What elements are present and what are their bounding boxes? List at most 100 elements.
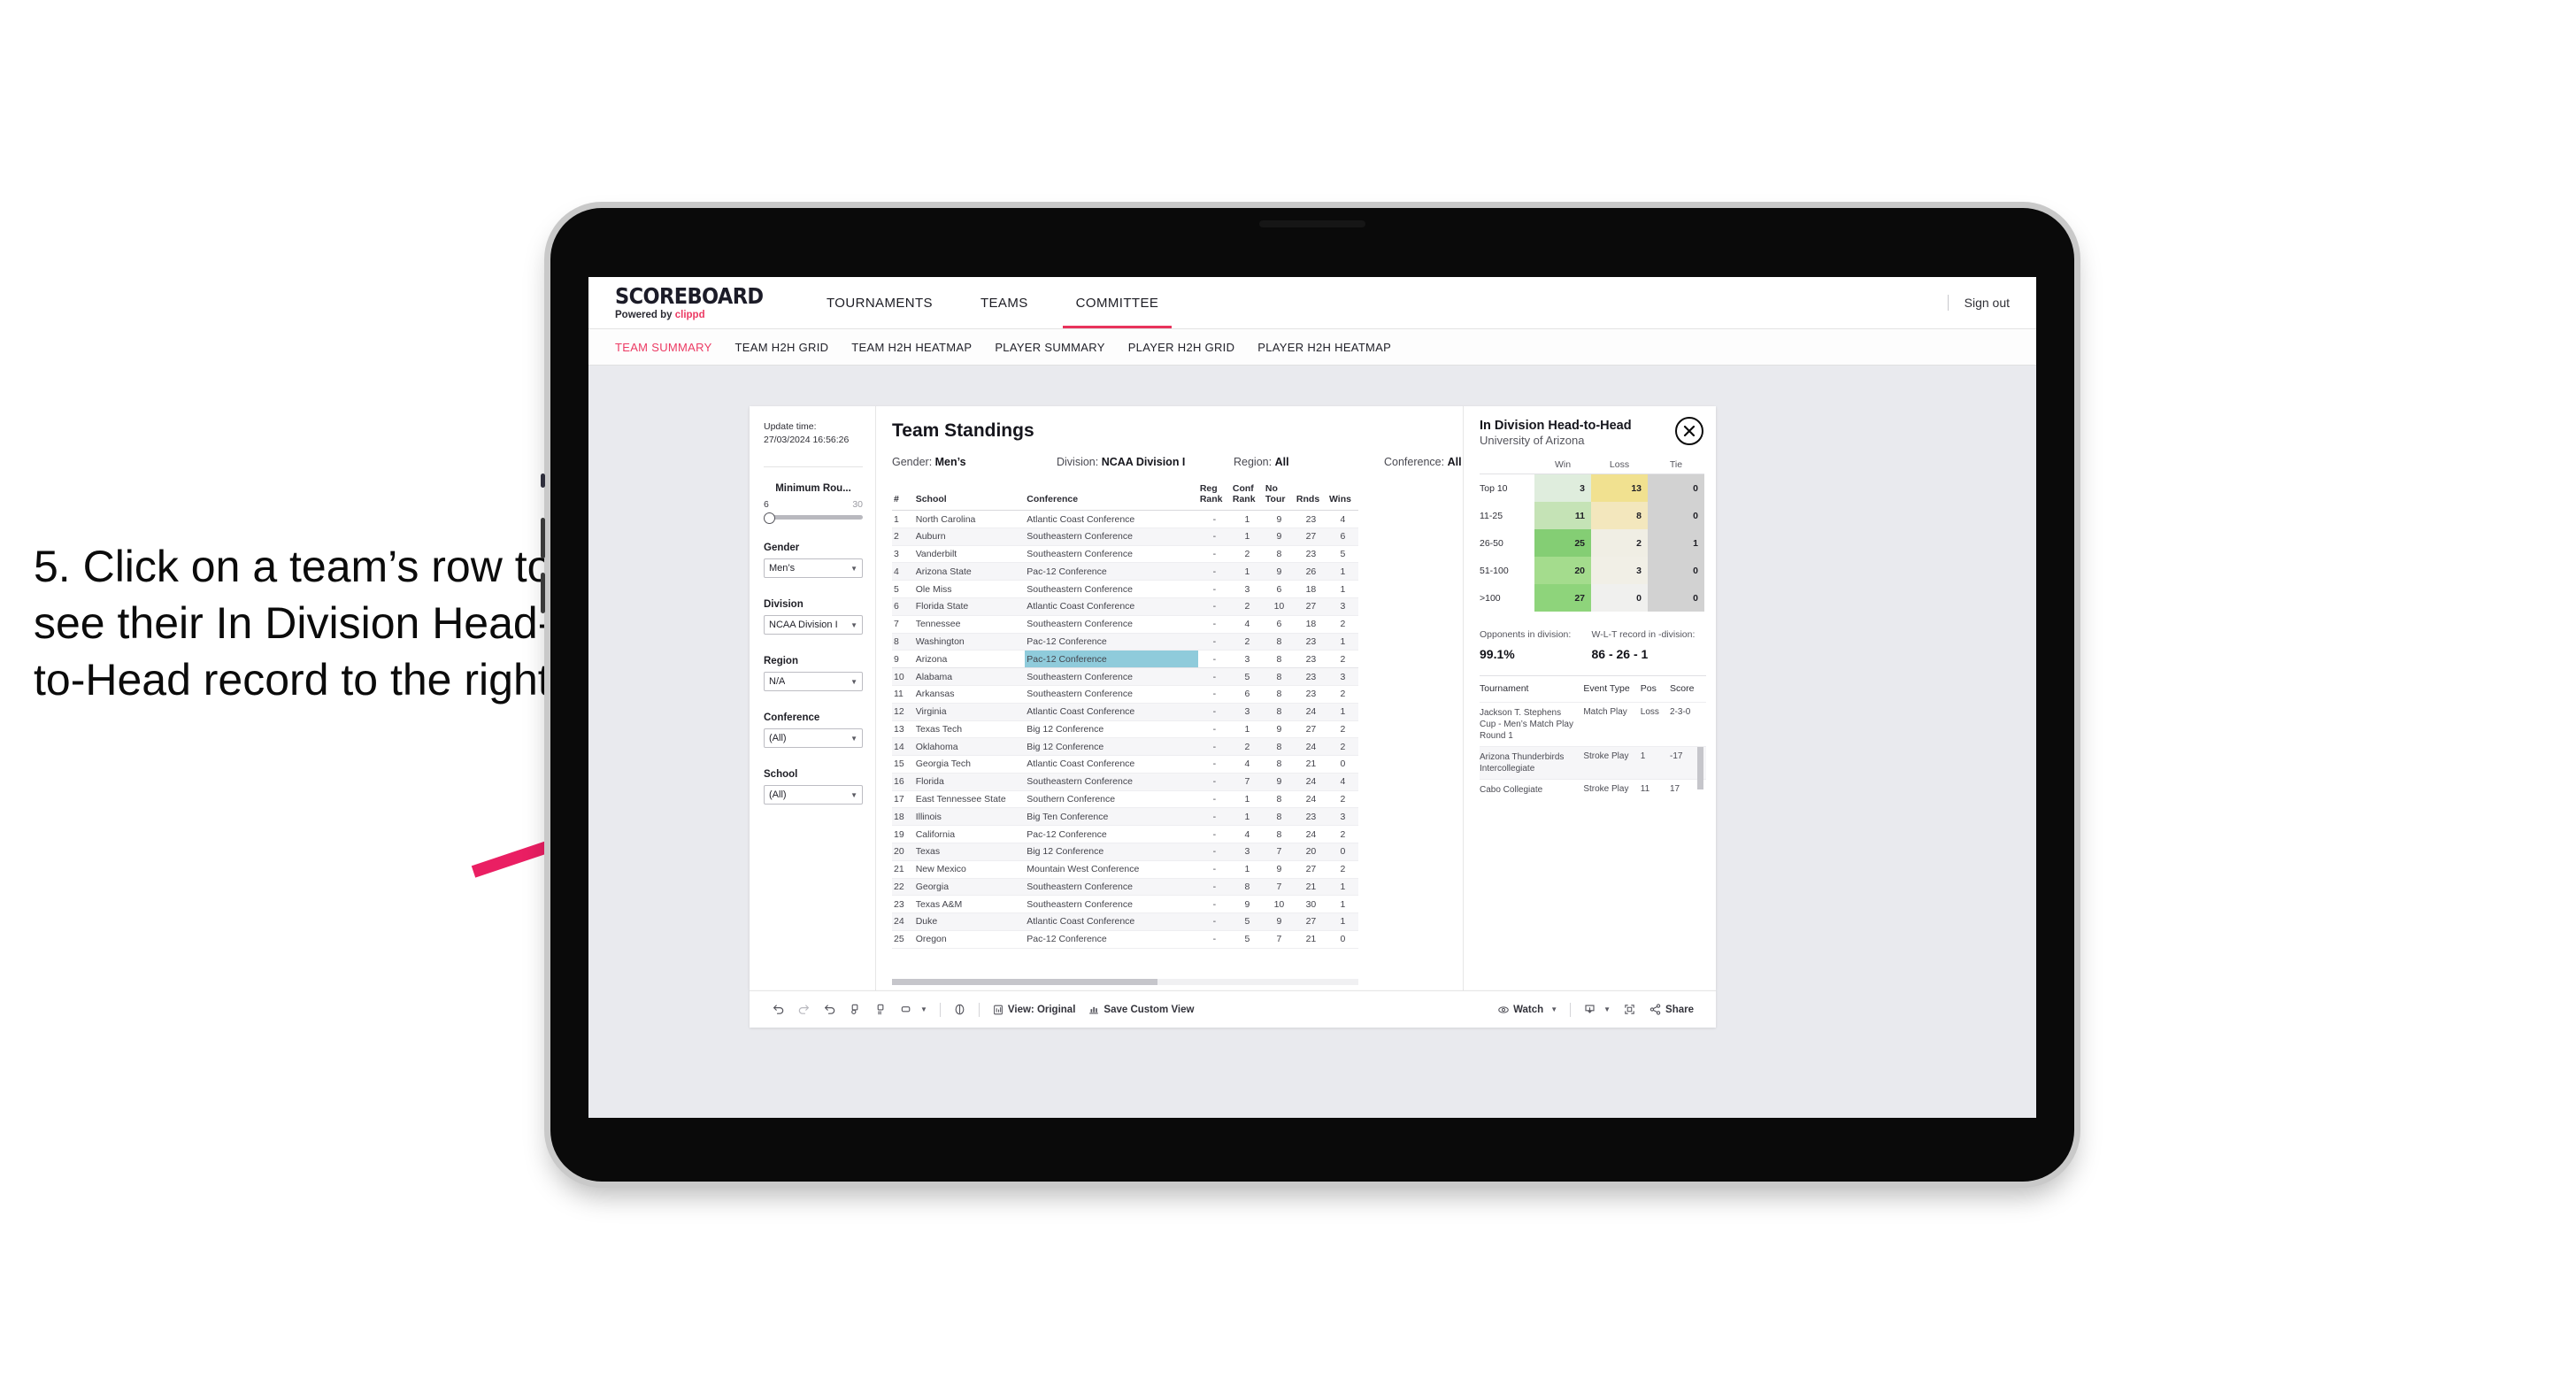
heatmap-cell-tie[interactable]: 0 xyxy=(1648,584,1704,612)
heatmap-cell-tie[interactable]: 0 xyxy=(1648,557,1704,584)
table-row[interactable]: 5 Ole Miss Southeastern Conference -3 6 18 1 xyxy=(892,580,1358,599)
table-row[interactable]: 3 Vanderbilt Southeastern Conference -2 8 23 5 xyxy=(892,545,1358,564)
tab-player-summary[interactable]: PLAYER SUMMARY xyxy=(995,341,1104,354)
scrollbar-thumb[interactable] xyxy=(892,979,1157,985)
heatmap-cell-loss[interactable]: 13 xyxy=(1591,474,1648,502)
table-row[interactable]: 8 Washington Pac-12 Conference -2 8 23 1 xyxy=(892,633,1358,651)
tab-team-h2h-grid[interactable]: TEAM H2H GRID xyxy=(735,341,829,354)
col-wins[interactable]: Wins xyxy=(1326,481,1358,512)
col-rank[interactable]: # xyxy=(892,481,914,512)
table-row[interactable]: 23 Texas A&M Southeastern Conference -9 10 30… xyxy=(892,895,1358,914)
col-no-tour[interactable]: No Tour xyxy=(1263,481,1295,512)
table-row[interactable]: 6 Florida State Atlantic Coast Conference -… xyxy=(892,597,1358,616)
cell-reg-rank: - xyxy=(1197,615,1231,634)
table-row[interactable]: 16 Florida Southeastern Conference -7 9 24 4 xyxy=(892,773,1358,791)
tab-player-h2h-heatmap[interactable]: PLAYER H2H HEATMAP xyxy=(1257,341,1391,354)
fullscreen-button[interactable] xyxy=(1617,1003,1642,1016)
tab-team-summary[interactable]: TEAM SUMMARY xyxy=(615,341,712,354)
division-select[interactable]: NCAA Division I ▼ xyxy=(764,615,863,635)
col-rnds[interactable]: Rnds xyxy=(1294,481,1327,512)
school-select[interactable]: (All) ▼ xyxy=(764,785,863,805)
gender-select[interactable]: Men’s ▼ xyxy=(764,558,863,579)
view-original-button[interactable]: View: Original xyxy=(986,1004,1081,1016)
cell-conference: Atlantic Coast Conference xyxy=(1025,755,1198,774)
cell-school: Georgia Tech xyxy=(913,755,1026,774)
presentation-mode-icon[interactable] xyxy=(947,1003,973,1016)
nav-item-tournaments[interactable]: TOURNAMENTS xyxy=(803,277,957,328)
table-row[interactable]: 25 Oregon Pac-12 Conference -5 7 21 0 xyxy=(892,930,1358,949)
brand-logo[interactable]: SCOREBOARD Powered by clippd xyxy=(588,277,803,328)
region-value: N/A xyxy=(769,676,786,688)
col-reg-rank[interactable]: Reg Rank xyxy=(1197,481,1231,512)
table-row[interactable]: 12 Virginia Atlantic Coast Conference -3 8 24… xyxy=(892,703,1358,721)
table-row[interactable]: 24 Duke Atlantic Coast Conference -5 9 27 1 xyxy=(892,912,1358,931)
volume-down-button[interactable] xyxy=(541,573,545,613)
col-conf-rank[interactable]: Conf Rank xyxy=(1230,481,1264,512)
table-row[interactable]: 10 Alabama Southeastern Conference -5 8 23 3 xyxy=(892,667,1358,686)
heatmap-cell-loss[interactable]: 3 xyxy=(1591,557,1648,584)
pause-updates-icon[interactable] xyxy=(868,1003,894,1016)
heatmap-cell-tie[interactable]: 0 xyxy=(1648,474,1704,502)
volume-up-button[interactable] xyxy=(541,518,545,558)
revert-icon[interactable] xyxy=(817,1003,842,1016)
table-row[interactable]: 21 New Mexico Mountain West Conference -1 9 2… xyxy=(892,860,1358,879)
heatmap-cell-win[interactable]: 25 xyxy=(1534,529,1591,557)
table-row[interactable]: 18 Illinois Big Ten Conference -1 8 23 3 xyxy=(892,807,1358,827)
highlight-icon[interactable]: ▼ xyxy=(894,1003,934,1016)
heatmap-cell-tie[interactable]: 0 xyxy=(1648,502,1704,529)
conference-select[interactable]: (All) ▼ xyxy=(764,728,863,749)
col-conference[interactable]: Conference xyxy=(1025,481,1198,512)
table-row[interactable]: 19 California Pac-12 Conference -4 8 24 2 xyxy=(892,825,1358,843)
col-school[interactable]: School xyxy=(913,481,1026,512)
refresh-data-icon[interactable] xyxy=(842,1003,868,1016)
tab-team-h2h-heatmap[interactable]: TEAM H2H HEATMAP xyxy=(851,341,972,354)
nav-item-committee[interactable]: COMMITTEE xyxy=(1052,277,1183,328)
heatmap-cell-loss[interactable]: 2 xyxy=(1591,529,1648,557)
tab-player-h2h-grid[interactable]: PLAYER H2H GRID xyxy=(1128,341,1235,354)
nav-item-teams[interactable]: TEAMS xyxy=(957,277,1052,328)
sign-out-link[interactable]: Sign out xyxy=(1965,296,2010,310)
undo-icon[interactable] xyxy=(765,1003,791,1016)
heatmap-cell-win[interactable]: 27 xyxy=(1534,584,1591,612)
table-row[interactable]: 11 Arkansas Southeastern Conference -6 8 23 2 xyxy=(892,685,1358,704)
cell-conference: Atlantic Coast Conference xyxy=(1025,703,1198,721)
table-row[interactable]: 9 Arizona Pac-12 Conference -3 8 23 2 xyxy=(892,650,1358,669)
table-row[interactable]: 14 Oklahoma Big 12 Conference -2 8 24 2 xyxy=(892,737,1358,757)
cell-conf-rank: 6 xyxy=(1230,685,1264,704)
cell-rank: 6 xyxy=(892,597,914,616)
table-row[interactable]: 20 Texas Big 12 Conference -3 7 20 0 xyxy=(892,843,1358,861)
table-row[interactable]: 13 Texas Tech Big 12 Conference -1 9 27 2 xyxy=(892,720,1358,739)
minimum-rounds-slider[interactable] xyxy=(764,512,863,525)
save-custom-view-button[interactable]: Save Custom View xyxy=(1081,1004,1200,1016)
heatmap-cell-loss[interactable]: 0 xyxy=(1591,584,1648,612)
download-button[interactable]: ▼ xyxy=(1577,1003,1617,1016)
slider-knob[interactable] xyxy=(764,512,775,525)
heatmap-cell-win[interactable]: 20 xyxy=(1534,557,1591,584)
heatmap-cell-win[interactable]: 3 xyxy=(1534,474,1591,502)
toolbar-divider xyxy=(978,1002,980,1017)
share-button[interactable]: Share xyxy=(1642,1003,1700,1016)
horizontal-scrollbar[interactable] xyxy=(892,979,1358,985)
table-row[interactable]: 1 North Carolina Atlantic Coast Conference… xyxy=(892,510,1358,528)
list-item[interactable]: Cabo Collegiate Stroke Play 11 17 xyxy=(1480,778,1706,800)
table-row[interactable]: 4 Arizona State Pac-12 Conference -1 9 26 1 xyxy=(892,562,1358,581)
cell-rnds: 24 xyxy=(1294,737,1327,757)
table-row[interactable]: 15 Georgia Tech Atlantic Coast Conference -… xyxy=(892,755,1358,774)
table-row[interactable]: 2 Auburn Southeastern Conference -1 9 27 6 xyxy=(892,527,1358,546)
redo-icon[interactable] xyxy=(791,1003,817,1016)
head-to-head-heatmap: Win Loss Tie Top 10 3 13 0 11-25 11 8 0 26-50 25 2… xyxy=(1480,459,1704,612)
heatmap-cell-loss[interactable]: 8 xyxy=(1591,502,1648,529)
region-select[interactable]: N/A ▼ xyxy=(764,672,863,692)
heatmap-cell-tie[interactable]: 1 xyxy=(1648,529,1704,557)
conference-value: (All) xyxy=(769,733,787,744)
table-row[interactable]: 17 East Tennessee State Southern Conferenc… xyxy=(892,790,1358,809)
table-row[interactable]: 7 Tennessee Southeastern Conference -4 6 18 2 xyxy=(892,615,1358,634)
watch-button[interactable]: Watch ▼ xyxy=(1491,1004,1564,1016)
list-item[interactable]: Jackson T. Stephens Cup - Men’s Match Pl… xyxy=(1480,701,1706,746)
tournament-scrollbar[interactable] xyxy=(1697,747,1703,789)
table-row[interactable]: 22 Georgia Southeastern Conference -8 7 21 1 xyxy=(892,878,1358,897)
list-item[interactable]: Arizona Thunderbirds Intercollegiate Stro… xyxy=(1480,745,1706,779)
heatmap-cell-win[interactable]: 11 xyxy=(1534,502,1591,529)
close-icon[interactable] xyxy=(1675,417,1703,445)
cell-no-tour: 7 xyxy=(1263,843,1295,861)
